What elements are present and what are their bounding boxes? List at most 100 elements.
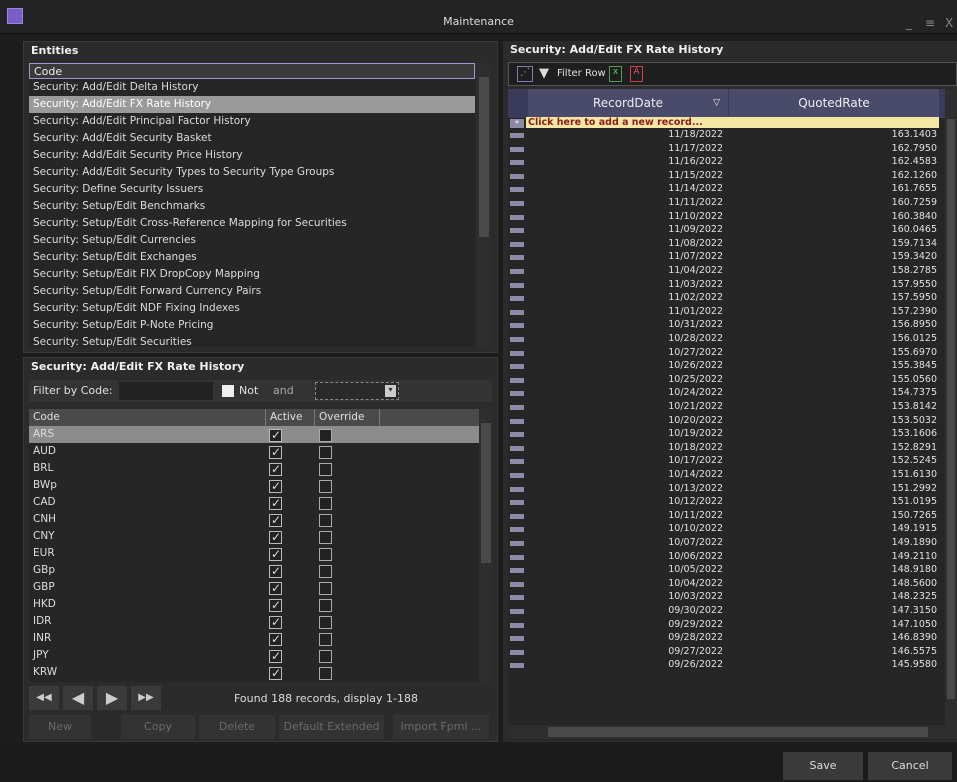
grid-row[interactable]: 10/26/2022 155.3845: [508, 360, 945, 374]
grid-row[interactable]: 11/10/2022 160.3840: [508, 211, 945, 225]
record-date-cell[interactable]: 09/27/2022: [528, 646, 723, 657]
record-date-cell[interactable]: 10/13/2022: [528, 483, 723, 494]
entity-list-item[interactable]: Security: Add/Edit Security Types to Sec…: [29, 164, 475, 181]
row-selector[interactable]: [510, 228, 524, 234]
currency-row[interactable]: INR: [29, 630, 492, 648]
quoted-rate-cell[interactable]: 158.2785: [728, 265, 937, 276]
record-date-cell[interactable]: 11/07/2022: [528, 251, 723, 262]
entity-list-item[interactable]: Security: Setup/Edit Currencies: [29, 232, 475, 249]
entity-list-item[interactable]: Security: Setup/Edit Forward Currency Pa…: [29, 283, 475, 300]
entities-code-header[interactable]: Code: [29, 63, 475, 79]
currency-row[interactable]: GBp: [29, 562, 492, 580]
grid-row[interactable]: 11/02/2022 157.5950: [508, 292, 945, 306]
last-page-icon[interactable]: ▶▶: [131, 686, 161, 710]
grid-row[interactable]: 11/16/2022 162.4583: [508, 156, 945, 170]
quoted-rate-cell[interactable]: 161.7655: [728, 183, 937, 194]
entities-scroll-thumb[interactable]: [479, 77, 489, 237]
grid-row[interactable]: 10/27/2022 155.6970: [508, 347, 945, 361]
record-date-cell[interactable]: 10/31/2022: [528, 319, 723, 330]
quoted-rate-cell[interactable]: 149.1890: [728, 537, 937, 548]
record-date-cell[interactable]: 10/24/2022: [528, 387, 723, 398]
entity-list-item[interactable]: Security: Add/Edit Principal Factor Hist…: [29, 113, 475, 130]
grid-row[interactable]: 10/21/2022 153.8142: [508, 401, 945, 415]
row-selector[interactable]: [510, 201, 524, 206]
row-selector[interactable]: [510, 418, 524, 424]
col-code[interactable]: Code: [33, 409, 60, 426]
grid-row[interactable]: 09/30/2022 147.3150: [508, 605, 945, 619]
entity-list-item[interactable]: Security: Setup/Edit P-Note Pricing: [29, 317, 475, 334]
override-checkbox[interactable]: [319, 446, 332, 459]
entities-scrollbar[interactable]: [477, 63, 491, 347]
entity-list-item[interactable]: Security: Setup/Edit Cross-Reference Map…: [29, 215, 475, 232]
quoted-rate-cell[interactable]: 153.1606: [728, 428, 937, 439]
record-date-cell[interactable]: 10/20/2022: [528, 415, 723, 426]
active-checkbox[interactable]: [269, 461, 282, 478]
active-checkbox[interactable]: [269, 495, 282, 512]
quoted-rate-cell[interactable]: 148.2325: [728, 591, 937, 602]
quoted-rate-cell[interactable]: 159.7134: [728, 238, 937, 249]
quoted-rate-cell[interactable]: 157.5950: [728, 292, 937, 303]
currency-scroll-thumb[interactable]: [481, 423, 491, 563]
currency-scrollbar[interactable]: [479, 409, 493, 682]
override-checkbox[interactable]: [319, 667, 332, 680]
entity-list-item[interactable]: Security: Setup/Edit Benchmarks: [29, 198, 475, 215]
active-checkbox[interactable]: [269, 597, 282, 614]
filter-row-button[interactable]: Filter Row: [557, 68, 606, 79]
currency-row[interactable]: KRW: [29, 664, 492, 682]
col-override[interactable]: Override: [314, 409, 380, 426]
override-checkbox[interactable]: [319, 497, 332, 510]
override-checkbox[interactable]: [319, 480, 332, 493]
not-checkbox[interactable]: [222, 385, 234, 397]
override-checkbox[interactable]: [319, 548, 332, 561]
grid-row[interactable]: 10/07/2022 149.1890: [508, 537, 945, 551]
currency-row[interactable]: AUD: [29, 443, 492, 461]
row-selector[interactable]: [510, 432, 524, 438]
active-checkbox[interactable]: [269, 529, 282, 546]
quoted-rate-cell[interactable]: 146.5575: [728, 646, 937, 657]
grid-row[interactable]: 10/24/2022 154.7375: [508, 387, 945, 401]
quoted-rate-cell[interactable]: 155.6970: [728, 347, 937, 358]
quoted-rate-cell[interactable]: 151.6130: [728, 469, 937, 480]
record-date-cell[interactable]: 10/19/2022: [528, 428, 723, 439]
override-checkbox[interactable]: [319, 599, 332, 612]
record-date-cell[interactable]: 11/15/2022: [528, 170, 723, 181]
col-active[interactable]: Active: [265, 409, 302, 426]
grid-row[interactable]: 10/17/2022 152.5245: [508, 455, 945, 469]
row-selector[interactable]: [510, 282, 524, 288]
override-checkbox[interactable]: [319, 531, 332, 544]
grid-row[interactable]: 10/20/2022 153.5032: [508, 415, 945, 429]
quoted-rate-cell[interactable]: 162.1260: [728, 170, 937, 181]
quoted-rate-cell[interactable]: 145.9580: [728, 659, 937, 670]
row-selector[interactable]: [510, 241, 524, 247]
record-date-cell[interactable]: 09/29/2022: [528, 619, 723, 630]
grid-row[interactable]: 09/26/2022 145.9580: [508, 659, 945, 673]
row-selector[interactable]: [510, 622, 524, 628]
grid-row[interactable]: 11/09/2022 160.0465: [508, 224, 945, 238]
and-select[interactable]: ▾: [315, 382, 399, 400]
filter-icon[interactable]: ▼: [539, 66, 549, 81]
active-checkbox[interactable]: [269, 614, 282, 631]
record-date-cell[interactable]: 10/17/2022: [528, 455, 723, 466]
quoted-rate-cell[interactable]: 149.2110: [728, 551, 937, 562]
grid-row[interactable]: 10/10/2022 149.1915: [508, 523, 945, 537]
new-button[interactable]: New: [29, 715, 91, 739]
row-selector[interactable]: [510, 173, 524, 179]
quoted-rate-cell[interactable]: 146.8390: [728, 632, 937, 643]
row-selector[interactable]: [510, 486, 524, 492]
active-checkbox[interactable]: [269, 478, 282, 495]
grid-row[interactable]: 10/13/2022 151.2992: [508, 483, 945, 497]
entity-list-item[interactable]: Security: Setup/Edit FIX DropCopy Mappin…: [29, 266, 475, 283]
grid-row[interactable]: 10/25/2022 155.0560: [508, 374, 945, 388]
grid-row[interactable]: 09/27/2022 146.5575: [508, 646, 945, 660]
active-checkbox[interactable]: [269, 512, 282, 529]
row-selector[interactable]: [510, 636, 524, 642]
entity-list-item[interactable]: Security: Add/Edit Security Price Histor…: [29, 147, 475, 164]
grid-row[interactable]: 09/29/2022 147.1050: [508, 619, 945, 633]
record-date-cell[interactable]: 11/09/2022: [528, 224, 723, 235]
quoted-rate-cell[interactable]: 156.8950: [728, 319, 937, 330]
currency-row[interactable]: GBP: [29, 579, 492, 597]
row-selector[interactable]: [510, 350, 524, 356]
row-selector[interactable]: [510, 473, 524, 478]
row-selector[interactable]: [510, 513, 524, 519]
active-checkbox[interactable]: [269, 580, 282, 597]
